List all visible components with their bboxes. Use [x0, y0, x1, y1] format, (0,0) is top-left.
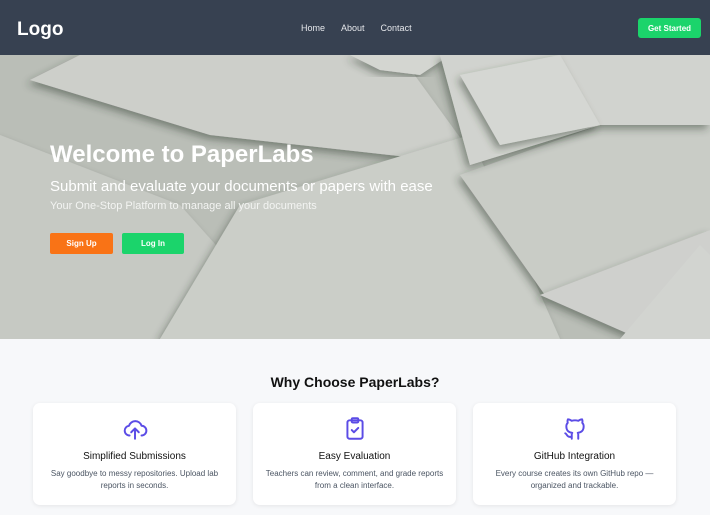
features-heading: Why Choose PaperLabs?: [270, 374, 440, 390]
feature-card-github: GitHub Integration Every course creates …: [473, 403, 676, 505]
card-description: Say goodbye to messy repositories. Uploa…: [50, 469, 219, 490]
card-title: GitHub Integration: [533, 451, 616, 462]
feature-card-evaluation: Easy Evaluation Teachers can review, com…: [253, 403, 456, 505]
hero-subtitle: Submit and evaluate your documents or pa…: [50, 178, 433, 195]
card-description: Every course creates its own GitHub repo…: [495, 469, 654, 490]
clipboard-check-icon: [346, 417, 364, 440]
nav-link-contact[interactable]: Contact: [381, 22, 412, 34]
hero-section: Welcome to PaperLabs Submit and evaluate…: [0, 55, 710, 339]
logo[interactable]: Logo: [17, 18, 63, 42]
card-title: Easy Evaluation: [318, 451, 391, 462]
card-description: Teachers can review, comment, and grade …: [265, 469, 444, 490]
navbar: Logo Home About Contact Get Started: [0, 0, 710, 55]
log-in-button[interactable]: Log In: [122, 233, 184, 254]
hero-buttons: Sign Up Log In: [50, 233, 184, 254]
hero-tagline: Your One-Stop Platform to manage all you…: [50, 200, 317, 212]
nav-link-about[interactable]: About: [341, 22, 365, 34]
nav-link-home[interactable]: Home: [301, 22, 325, 34]
feature-card-submissions: Simplified Submissions Say goodbye to me…: [33, 403, 236, 505]
nav-links: Home About Contact: [301, 22, 412, 34]
cloud-upload-icon: [123, 420, 148, 440]
hero-content: Welcome to PaperLabs Submit and evaluate…: [50, 140, 433, 213]
hero-title: Welcome to PaperLabs: [50, 141, 314, 168]
get-started-button[interactable]: Get Started: [638, 18, 701, 38]
card-title: Simplified Submissions: [83, 451, 186, 462]
github-icon: [564, 418, 585, 440]
sign-up-button[interactable]: Sign Up: [50, 233, 113, 254]
